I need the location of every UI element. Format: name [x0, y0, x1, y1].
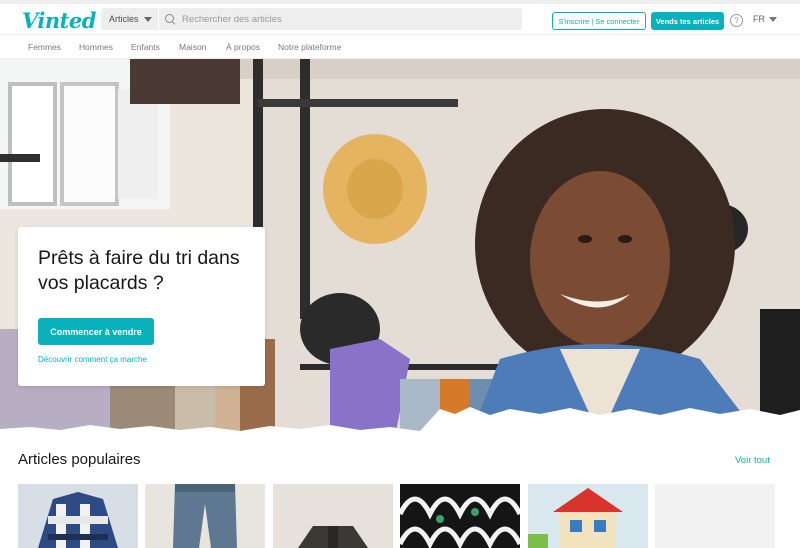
- nav-item-enfants[interactable]: Enfants: [131, 42, 160, 52]
- start-selling-button[interactable]: Commencer à vendre: [38, 318, 154, 345]
- jacket-image: [273, 484, 393, 548]
- hero-banner: Prêts à faire du tri dans vos placards ?…: [0, 59, 800, 437]
- search-input[interactable]: [182, 13, 512, 25]
- language-selector[interactable]: FR: [753, 14, 777, 24]
- sell-items-button[interactable]: Vends tes articles: [651, 12, 724, 30]
- popular-items-row: [18, 484, 784, 548]
- signup-login-button[interactable]: S'inscrire | Se connecter: [552, 12, 646, 30]
- nav-item-a-propos[interactable]: À propos: [226, 42, 260, 52]
- patterned-garment-image: [400, 484, 520, 548]
- see-all-link[interactable]: Voir tout: [735, 455, 770, 466]
- hero-title: Prêts à faire du tri dans vos placards ?: [38, 247, 240, 294]
- search-bar: Articles: [101, 8, 522, 30]
- item-placeholder-image: [655, 484, 775, 548]
- item-jeans[interactable]: [145, 484, 265, 548]
- item-jacket[interactable]: [273, 484, 393, 548]
- item-placeholder[interactable]: [655, 484, 775, 548]
- item-plaid-shirt[interactable]: [18, 484, 138, 548]
- category-nav: Femmes Hommes Enfants Maison À propos No…: [0, 34, 800, 59]
- chevron-down-icon: [143, 16, 152, 22]
- popular-items-title: Articles populaires: [18, 451, 141, 468]
- nav-item-notre-plateforme[interactable]: Notre plateforme: [278, 42, 341, 52]
- plaid-shirt-image: [18, 484, 138, 548]
- nav-item-femmes[interactable]: Femmes: [28, 42, 61, 52]
- search-icon: [165, 14, 175, 24]
- header: Vinted Articles S'inscrire | Se connecte…: [0, 0, 800, 34]
- vinted-logo[interactable]: Vinted: [22, 8, 96, 33]
- category-label: Articles: [109, 14, 139, 24]
- item-patterned-garment[interactable]: [400, 484, 520, 548]
- language-label: FR: [753, 14, 765, 24]
- chevron-down-icon: [769, 16, 777, 22]
- how-it-works-link[interactable]: Découvrir comment ça marche: [38, 355, 147, 364]
- nav-item-maison[interactable]: Maison: [179, 42, 206, 52]
- item-toy-house[interactable]: [528, 484, 648, 548]
- category-dropdown[interactable]: Articles: [101, 8, 159, 30]
- toy-house-image: [528, 484, 648, 548]
- help-icon[interactable]: ?: [730, 14, 743, 27]
- hero-card: Prêts à faire du tri dans vos placards ?…: [18, 227, 265, 386]
- jeans-image: [145, 484, 265, 548]
- nav-item-hommes[interactable]: Hommes: [79, 42, 113, 52]
